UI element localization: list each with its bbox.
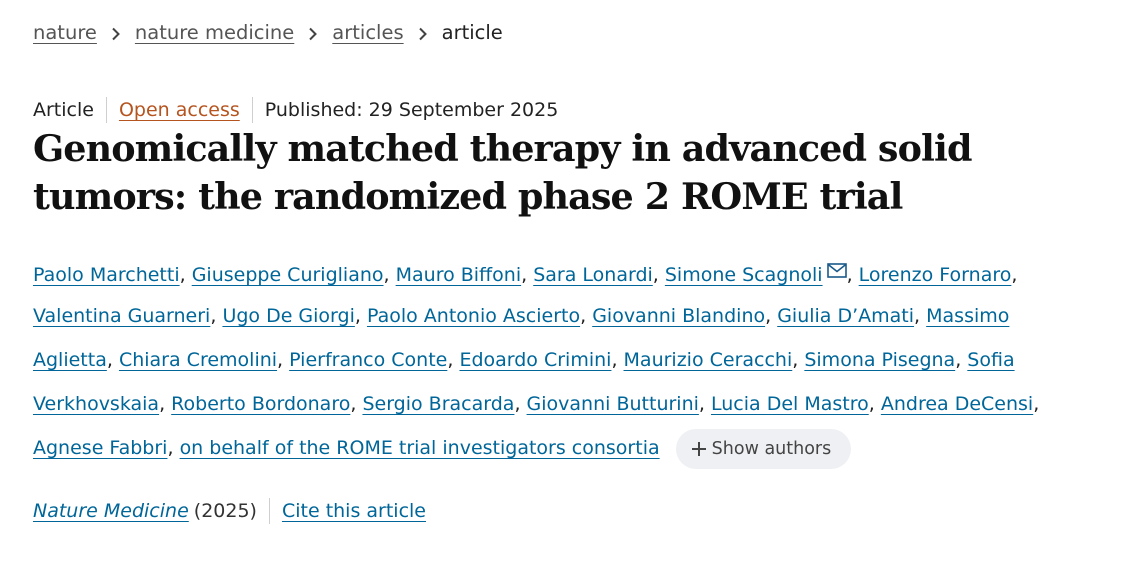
separator: , — [354, 305, 361, 327]
separator: , — [955, 349, 962, 371]
author-link[interactable]: Lucia Del Mastro — [711, 393, 869, 415]
author-link[interactable]: Lorenzo Fornaro — [859, 264, 1012, 286]
article-type: Article — [33, 99, 94, 121]
show-authors-button[interactable]: Show authors — [675, 428, 852, 469]
author-link[interactable]: Sergio Bracarda — [362, 393, 514, 415]
separator: , — [1033, 393, 1040, 415]
separator: , — [580, 305, 587, 327]
author-link-part-2[interactable]: Verkhovskaia — [33, 393, 159, 415]
open-access-link[interactable]: Open access — [119, 96, 240, 124]
separator: , — [350, 393, 357, 415]
author-link[interactable]: Paolo Marchetti — [33, 264, 180, 286]
separator: , — [914, 305, 921, 327]
author-line: Paolo Marchetti, Giuseppe Curigliano, Ma… — [33, 250, 1093, 294]
separator: , — [868, 393, 875, 415]
divider — [105, 97, 107, 123]
author-link[interactable]: Agnese Fabbri — [33, 437, 167, 459]
author-link-part-1[interactable]: Sofia — [967, 349, 1014, 371]
breadcrumb: nature nature medicine articles article — [33, 19, 503, 47]
separator: , — [765, 305, 772, 327]
consortium-link[interactable]: on behalf of the ROME trial investigator… — [180, 437, 660, 459]
divider — [251, 97, 253, 123]
separator: , — [277, 349, 284, 371]
author-link-part-1[interactable]: Massimo — [926, 305, 1009, 327]
author-link[interactable]: Simona Pisegna — [804, 349, 955, 371]
separator: , — [383, 264, 390, 286]
separator: , — [167, 437, 174, 459]
author-link[interactable]: Giuseppe Curigliano — [192, 264, 384, 286]
author-link[interactable]: Andrea DeCensi — [881, 393, 1033, 415]
author-link-corresponding[interactable]: Simone Scagnoli — [665, 264, 823, 286]
author-link[interactable]: Giovanni Butturini — [527, 393, 699, 415]
separator: , — [1011, 264, 1018, 286]
publication-year: (2025) — [193, 500, 257, 522]
separator: , — [179, 264, 186, 286]
separator: , — [846, 264, 853, 286]
author-line: Valentina Guarneri, Ugo De Giorgi, Paolo… — [33, 294, 1093, 338]
author-link[interactable]: Giovanni Blandino — [592, 305, 765, 327]
plus-icon — [691, 441, 706, 456]
divider — [268, 498, 270, 524]
author-line: Agnese Fabbri, on behalf of the ROME tri… — [33, 426, 1093, 470]
journal-link[interactable]: Nature Medicine — [33, 497, 189, 525]
breadcrumb-nature[interactable]: nature — [33, 19, 97, 47]
cite-article-link[interactable]: Cite this article — [282, 497, 426, 525]
separator: , — [159, 393, 166, 415]
separator: , — [698, 393, 705, 415]
author-link[interactable]: Maurizio Ceracchi — [624, 349, 793, 371]
citation-line: Nature Medicine (2025) Cite this article — [33, 497, 426, 525]
author-line: Verkhovskaia, Roberto Bordonaro, Sergio … — [33, 382, 1093, 426]
title-line-1: Genomically matched therapy in advanced … — [33, 127, 972, 170]
chevron-right-icon — [294, 19, 332, 47]
author-link[interactable]: Chiara Cremolini — [119, 349, 277, 371]
author-link[interactable]: Ugo De Giorgi — [222, 305, 354, 327]
author-link[interactable]: Valentina Guarneri — [33, 305, 210, 327]
separator: , — [611, 349, 618, 371]
published-date: Published: 29 September 2025 — [264, 99, 559, 121]
breadcrumb-articles[interactable]: articles — [332, 19, 403, 47]
chevron-right-icon — [404, 19, 442, 47]
author-list: Paolo Marchetti, Giuseppe Curigliano, Ma… — [33, 250, 1093, 470]
author-link[interactable]: Sara Lonardi — [533, 264, 653, 286]
author-link[interactable]: Roberto Bordonaro — [171, 393, 350, 415]
separator: , — [652, 264, 659, 286]
author-link[interactable]: Paolo Antonio Ascierto — [367, 305, 580, 327]
separator: , — [106, 349, 113, 371]
breadcrumb-current: article — [441, 21, 503, 44]
article-meta: Article Open access Published: 29 Septem… — [33, 96, 558, 124]
chevron-right-icon — [97, 19, 135, 47]
separator: , — [514, 393, 521, 415]
separator: , — [210, 305, 217, 327]
page-title: Genomically matched therapy in advanced … — [33, 125, 1033, 221]
separator: , — [792, 349, 799, 371]
title-line-2: tumors: the randomized phase 2 ROME tria… — [33, 175, 903, 218]
author-link[interactable]: Edoardo Crimini — [459, 349, 611, 371]
author-link[interactable]: Mauro Biffoni — [396, 264, 522, 286]
breadcrumb-nature-medicine[interactable]: nature medicine — [135, 19, 294, 47]
separator: , — [521, 264, 528, 286]
author-line: Aglietta, Chiara Cremolini, Pierfranco C… — [33, 338, 1093, 382]
author-link[interactable]: Pierfranco Conte — [289, 349, 447, 371]
separator: , — [447, 349, 454, 371]
author-link[interactable]: Giulia D’Amati — [777, 305, 914, 327]
show-authors-label: Show authors — [711, 438, 832, 459]
mail-icon[interactable] — [826, 250, 847, 294]
author-link-part-2[interactable]: Aglietta — [33, 349, 107, 371]
